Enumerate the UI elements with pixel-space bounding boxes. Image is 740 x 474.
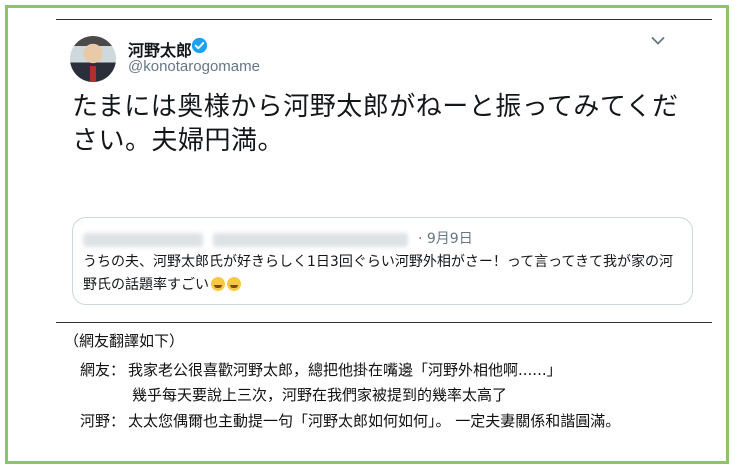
- quote-date: · 9月9日: [418, 231, 473, 247]
- quoted-tweet[interactable]: · 9月9日 うちの夫、河野太郎氏が好きらしく1日3回ぐらい河野外相がさー！って…: [72, 217, 693, 305]
- author-handle[interactable]: @konotarogomame: [128, 58, 260, 75]
- tweet-card: 河野太郎 @konotarogomame たまには奥様から河野太郎がねーと振って…: [56, 20, 712, 322]
- avatar[interactable]: [70, 36, 116, 82]
- quote-text: うちの夫、河野太郎氏が好きらしく1日3回ぐらい河野外相がさー！って言ってきて我が…: [83, 251, 683, 297]
- line1-speaker: 網友：: [80, 361, 126, 379]
- laughing-emoji-icon: [211, 277, 225, 291]
- line1-text: 我家老公很喜歡河野太郎，總把他掛在嘴邊「河野外相他啊......」: [128, 361, 562, 379]
- translation-heading: （網友翻譯如下）: [64, 332, 185, 350]
- verified-badge-icon: [191, 37, 208, 54]
- blurred-quote-handle: [213, 233, 408, 247]
- chevron-down-icon[interactable]: [651, 36, 665, 46]
- mid-divider: [56, 322, 712, 323]
- laughing-emoji-icon: [227, 277, 241, 291]
- quote-text-body: うちの夫、河野太郎氏が好きらしく1日3回ぐらい河野外相がさー！って言ってきて我が…: [83, 254, 673, 293]
- line3-text: 太太您偶爾也主動提一句「河野太郎如何如何」。 一定夫妻關係和諧圓滿。: [128, 412, 621, 430]
- line2-text: 幾乎每天要說上三次，河野在我們家被提到的幾率太高了: [132, 386, 508, 404]
- blurred-quote-author: [83, 233, 203, 247]
- line3-speaker: 河野：: [80, 412, 126, 430]
- tweet-text: たまには奥様から河野太郎がねーと振ってみてください。夫婦円満。: [72, 92, 679, 156]
